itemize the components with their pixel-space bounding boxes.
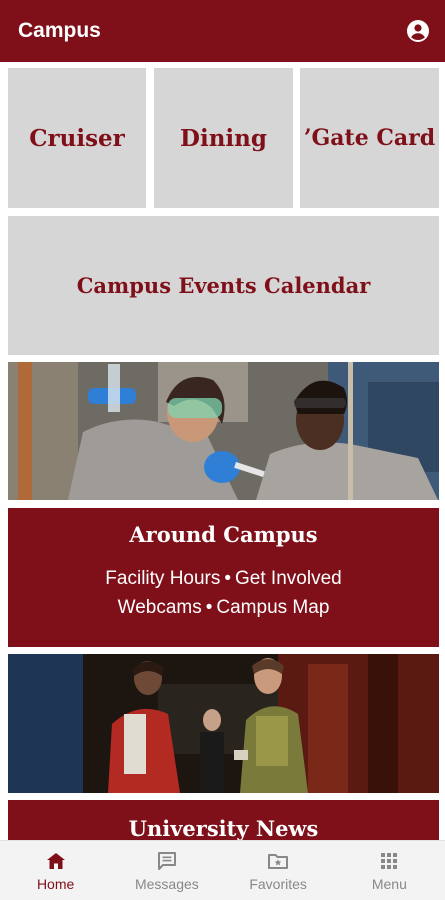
webcams-link[interactable]: Webcams — [118, 597, 202, 618]
facility-hours-link[interactable]: Facility Hours — [105, 568, 220, 589]
account-circle-icon[interactable] — [406, 19, 430, 43]
university-news-card[interactable]: University News — [8, 800, 439, 840]
nav-messages[interactable]: Messages — [111, 841, 222, 900]
separator-dot: • — [205, 597, 213, 618]
home-icon — [46, 853, 65, 869]
message-icon — [157, 852, 176, 870]
bottom-navigation: Home Messages Favorites Menu — [0, 840, 445, 900]
nav-menu[interactable]: Menu — [334, 841, 445, 900]
campus-map-link[interactable]: Campus Map — [216, 597, 329, 618]
cruiser-tile[interactable]: Cruiser — [8, 68, 146, 208]
events-calendar-tile[interactable]: Campus Events Calendar — [8, 216, 439, 355]
grid-icon — [381, 853, 398, 869]
separator-dot: • — [224, 568, 232, 589]
around-links-row-2: Webcams • Campus Map — [8, 593, 439, 622]
events-calendar-label: Campus Events Calendar — [76, 273, 371, 298]
around-campus-links: Facility Hours • Get Involved Webcams • Camp… — [8, 564, 439, 622]
around-links-row-1: Facility Hours • Get Involved — [8, 564, 439, 593]
nav-favorites-label: Favorites — [249, 876, 307, 892]
dining-label: Dining — [180, 124, 267, 152]
dining-tile[interactable]: Dining — [154, 68, 293, 208]
gate-card-label: ’Gate Card — [303, 125, 436, 151]
folder-star-icon — [268, 854, 289, 869]
nav-home-label: Home — [36, 876, 75, 892]
nav-home[interactable]: Home — [0, 841, 111, 900]
gate-card-tile[interactable]: ’Gate Card — [300, 68, 439, 208]
app-bar: Campus — [0, 0, 445, 62]
nav-favorites[interactable]: Favorites — [223, 841, 334, 900]
get-involved-link[interactable]: Get Involved — [235, 568, 342, 589]
around-campus-card: Around Campus Facility Hours • Get Involve… — [8, 508, 439, 647]
cruiser-label: Cruiser — [29, 124, 125, 152]
around-campus-title: Around Campus — [129, 522, 318, 547]
nav-menu-label: Menu — [371, 876, 407, 892]
app-title: Campus — [18, 19, 101, 42]
theater-photo[interactable] — [8, 654, 439, 793]
nav-messages-label: Messages — [134, 876, 199, 892]
university-news-title: University News — [128, 816, 319, 840]
home-content[interactable]: Cruiser Dining ’Gate Card Campus Events … — [0, 62, 445, 840]
lab-photo[interactable] — [8, 362, 439, 500]
